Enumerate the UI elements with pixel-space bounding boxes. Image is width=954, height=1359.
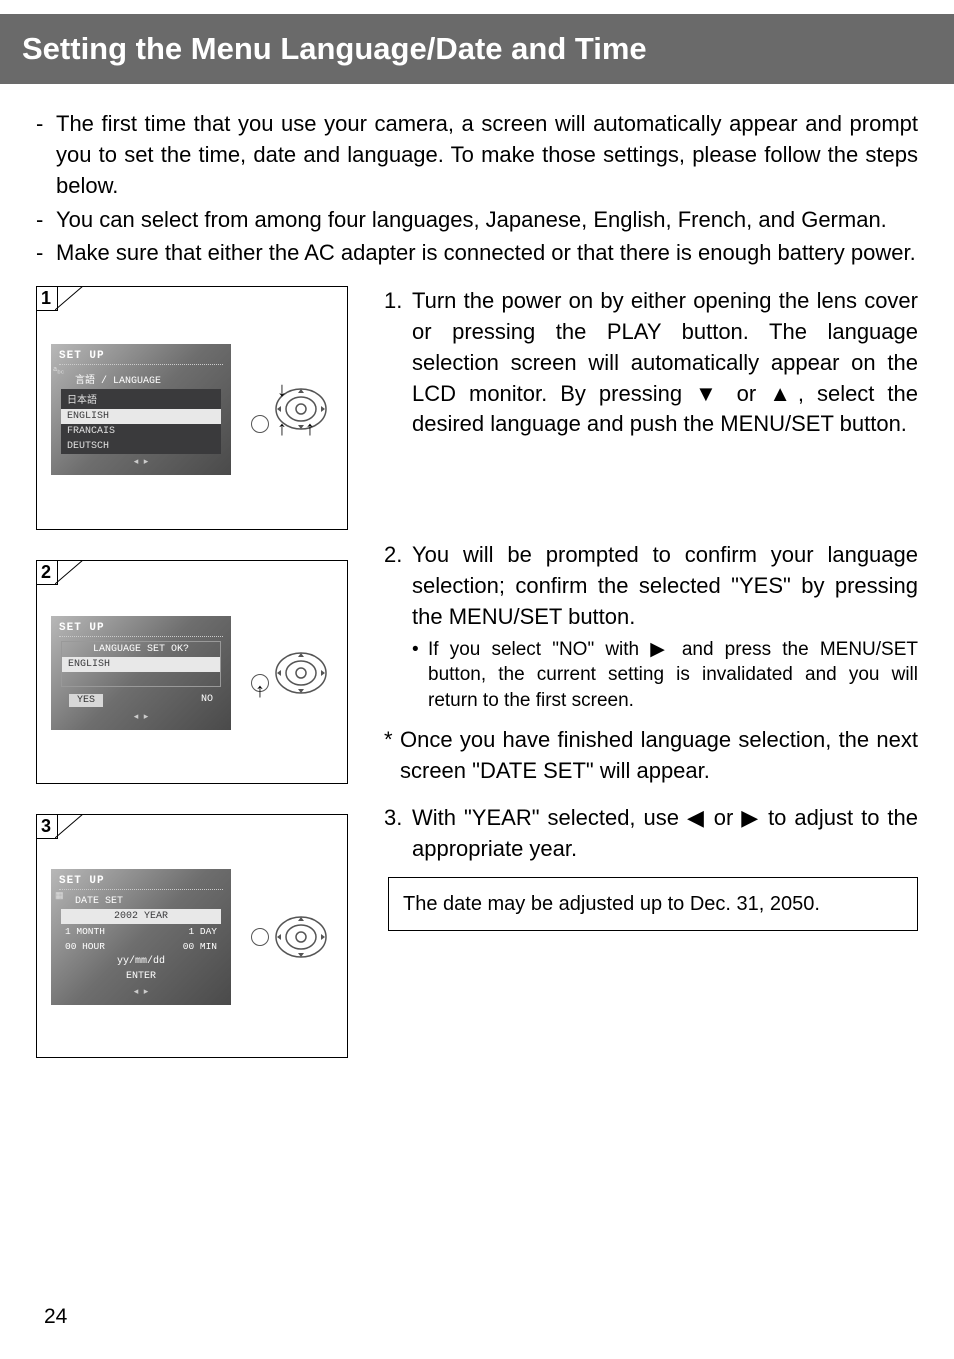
figure-divider (55, 814, 91, 850)
up-arrow-icon: ↑ (255, 680, 265, 703)
lcd-frame: LANGUAGE SET OK? ENGLISH (61, 641, 221, 687)
lcd-screen-2: SET UP LANGUAGE SET OK? ENGLISH YES NO ◂… (51, 616, 231, 730)
figure-2: 2 SET UP LANGUAGE SET OK? ENGLISH YES NO… (36, 560, 348, 784)
lcd-hour-min: 00 HOUR 00 MIN (59, 939, 223, 954)
step-text: Turn the power on by either opening the … (412, 286, 918, 440)
step-text: With "YEAR" selected, use ◀ or ▶ to adju… (412, 803, 918, 865)
step-number: 1. (384, 286, 412, 440)
lcd-title: SET UP (59, 350, 223, 365)
lcd-option-selected: ENGLISH (61, 409, 221, 424)
dash: - (36, 108, 56, 202)
page-number: 24 (44, 1305, 67, 1329)
figure-3: 3 ▦ SET UP DATE SET 2002 YEAR 1 MONTH 1 … (36, 814, 348, 1058)
lcd-screen-1: abc SET UP 言語 / LANGUAGE 日本語 ENGLISH FRA… (51, 344, 231, 475)
intro-text: You can select from among four languages… (56, 204, 918, 235)
lcd-month-day: 1 MONTH 1 DAY (59, 924, 223, 939)
step-number: 3. (384, 803, 412, 865)
lcd-section: DATE SET (61, 894, 221, 909)
lcd-value: ENGLISH (62, 657, 220, 672)
step-text: You will be prompted to confirm your lan… (412, 540, 918, 632)
down-arrow-icon: ↓ (277, 379, 287, 402)
step-number: 2. (384, 540, 412, 713)
controls-group: ↑ (241, 647, 337, 699)
lcd-prompt: LANGUAGE SET OK? (64, 642, 218, 657)
lcd-screen-3: ▦ SET UP DATE SET 2002 YEAR 1 MONTH 1 DA… (51, 869, 231, 1005)
up-arrow-icon: ↑ (305, 418, 315, 441)
dpad-icon (275, 647, 327, 699)
lcd-no: NO (201, 694, 213, 707)
lcd-month: 1 MONTH (65, 926, 105, 937)
dash: - (36, 237, 56, 268)
figure-divider (55, 286, 91, 322)
lcd-nav-icons: ◂ ▸ (59, 984, 223, 997)
intro-text: Make sure that either the AC adapter is … (56, 237, 918, 268)
figures-column: 1 abc SET UP 言語 / LANGUAGE 日本語 ENGLISH F… (36, 286, 366, 1058)
controls-group (241, 911, 337, 963)
lcd-option: FRANCAIS (61, 424, 221, 439)
intro-item: - The first time that you use your camer… (36, 108, 918, 202)
content-row: 1 abc SET UP 言語 / LANGUAGE 日本語 ENGLISH F… (0, 280, 954, 1058)
bullet-text: If you select "NO" with ▶ and press the … (428, 637, 918, 714)
bullet-dot: • (412, 637, 428, 714)
menu-set-button-icon (251, 415, 269, 433)
lcd-title: SET UP (59, 622, 223, 637)
step-1: 1. Turn the power on by either opening t… (384, 286, 918, 440)
page-title-bar: Setting the Menu Language/Date and Time (0, 14, 954, 84)
step-body: You will be prompted to confirm your lan… (412, 540, 918, 713)
lcd-yes-no: YES NO (59, 690, 223, 709)
calendar-icon: ▦ (55, 891, 64, 901)
lcd-min: 00 MIN (183, 941, 217, 952)
lcd-year: 2002 YEAR (61, 909, 221, 924)
lcd-option: DEUTSCH (61, 439, 221, 454)
info-text: The date may be adjusted up to Dec. 31, … (403, 893, 820, 915)
lcd-lang-header: 言語 / LANGUAGE (61, 369, 221, 389)
lcd-day: 1 DAY (188, 926, 217, 937)
lcd-ab-icon: abc (53, 366, 64, 375)
intro-item: - Make sure that either the AC adapter i… (36, 237, 918, 268)
figure-1: 1 abc SET UP 言語 / LANGUAGE 日本語 ENGLISH F… (36, 286, 348, 530)
note: * Once you have finished language select… (384, 725, 918, 787)
lcd-option: 日本語 (61, 389, 221, 409)
note-star: * (384, 725, 400, 787)
up-arrow-icon: ↑ (277, 418, 287, 441)
lcd-title: SET UP (59, 875, 223, 890)
step-3: 3. With "YEAR" selected, use ◀ or ▶ to a… (384, 803, 918, 865)
figure-divider (55, 560, 91, 596)
steps-column: 1. Turn the power on by either opening t… (366, 286, 918, 1058)
lcd-format: yy/mm/dd (59, 954, 223, 969)
intro-item: - You can select from among four languag… (36, 204, 918, 235)
page-title: Setting the Menu Language/Date and Time (22, 31, 647, 67)
info-box: The date may be adjusted up to Dec. 31, … (388, 877, 918, 931)
lcd-hour: 00 HOUR (65, 941, 105, 952)
controls-group: ↓ ↑ ↑ (241, 383, 337, 435)
intro-section: - The first time that you use your camer… (0, 84, 954, 280)
dash: - (36, 204, 56, 235)
lcd-enter: ENTER (59, 969, 223, 984)
lcd-nav-icons: ◂ ▸ (59, 454, 223, 467)
lcd-yes: YES (69, 694, 103, 707)
menu-set-button-icon (251, 928, 269, 946)
note-text: Once you have finished language selectio… (400, 725, 918, 787)
dpad-icon (275, 911, 327, 963)
intro-text: The first time that you use your camera,… (56, 108, 918, 202)
lcd-nav-icons: ◂ ▸ (59, 709, 223, 722)
step-sub-bullet: • If you select "NO" with ▶ and press th… (412, 637, 918, 714)
step-2: 2. You will be prompted to confirm your … (384, 540, 918, 713)
